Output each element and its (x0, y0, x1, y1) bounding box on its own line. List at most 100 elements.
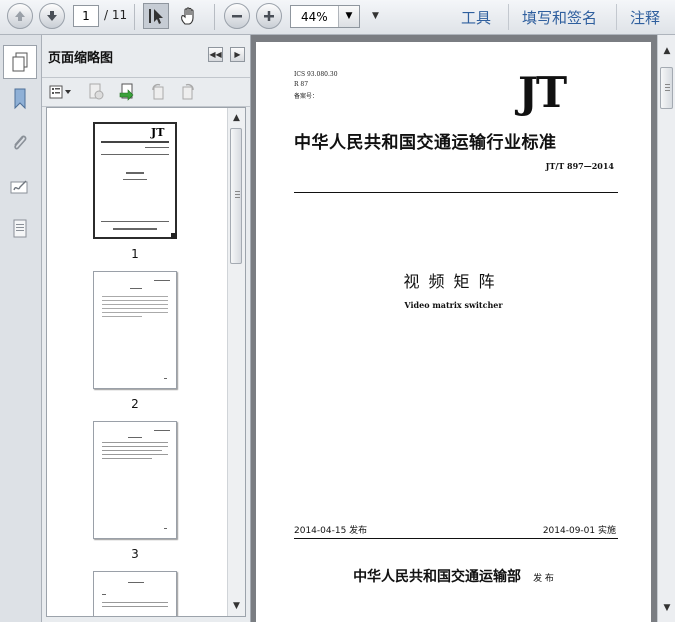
panel-options-button[interactable]: ▶ (230, 47, 245, 62)
scroll-up-icon[interactable]: ▲ (658, 43, 675, 59)
down-arrow-icon (47, 11, 57, 21)
document-subtitle: Video matrix switcher (404, 300, 503, 310)
more-tools-icon[interactable]: ▼ (372, 11, 379, 21)
grip-line (665, 90, 670, 91)
scroll-up-icon[interactable]: ▲ (228, 110, 245, 126)
header-rule (294, 192, 618, 193)
grip-line (235, 194, 240, 195)
zoom-out-button[interactable] (224, 3, 250, 29)
grip-line (235, 191, 240, 192)
thumb-line (102, 316, 142, 317)
issuer: 中华人民共和国交通运输部 发 布 (256, 566, 651, 586)
thumb-resize-handle[interactable] (171, 233, 177, 239)
thumb-line (101, 221, 169, 222)
document-page: ICS 93.080.30 R 87 备案号： JT 中华人民共和国交通运输行业… (256, 42, 651, 622)
scrollbar-thumb[interactable] (660, 67, 673, 109)
panel-header: 页面缩略图 ◀◀ ▶ (42, 35, 250, 75)
thumb-line (164, 528, 167, 529)
collapse-panel-button[interactable]: ◀◀ (208, 47, 223, 62)
thumb-line (101, 154, 169, 155)
thumb-line (102, 308, 168, 309)
jt-logo: JT (518, 68, 567, 117)
toolbar: 1 / 11 44% ▼ ▼ 工具 填写和签名 注释 (0, 0, 675, 35)
thumb-logo: JT (151, 126, 165, 139)
delete-page-icon (89, 83, 104, 100)
publish-date: 2014-04-15 发布 (294, 526, 368, 536)
rotate-ccw-button[interactable] (148, 82, 168, 102)
thumbnail-options-menu[interactable] (48, 82, 74, 102)
thumb-line (102, 454, 168, 455)
scroll-down-icon[interactable]: ▼ (658, 600, 675, 616)
page-number-input[interactable]: 1 (73, 5, 99, 27)
up-arrow-icon (15, 11, 25, 21)
issuer-suffix: 发 布 (533, 574, 554, 584)
bookmarks-tab[interactable] (7, 85, 33, 113)
thumb-line (164, 378, 167, 379)
document-scrollbar[interactable]: ▲ ▼ (657, 35, 675, 622)
page-total-label: / 11 (104, 8, 128, 22)
select-tool-button[interactable] (143, 3, 169, 29)
layers-tab[interactable] (7, 215, 33, 243)
signature-icon (10, 180, 28, 194)
pages-icon (12, 52, 28, 72)
insert-page-icon (119, 83, 134, 101)
thumbnail-label: 3 (131, 547, 139, 561)
prev-page-button[interactable] (7, 3, 33, 29)
hand-icon (181, 7, 194, 25)
list-options-icon (49, 85, 71, 99)
thumb-line (102, 300, 168, 301)
toolbar-divider (616, 4, 617, 30)
grip-line (235, 197, 240, 198)
record-number: 备案号： (294, 93, 319, 100)
standard-title: 中华人民共和国交通运输行业标准 (294, 133, 557, 153)
thumbnail-panel: 页面缩略图 ◀◀ ▶ JT 1 2 3 ▲ ▼ (42, 35, 251, 622)
comment-link[interactable]: 注释 (630, 7, 660, 28)
document-view: ICS 93.080.30 R 87 备案号： JT 中华人民共和国交通运输行业… (251, 35, 657, 622)
implement-date: 2014-09-01 实施 (542, 526, 616, 536)
rotate-cw-button[interactable] (178, 82, 198, 102)
bookmark-icon (14, 88, 26, 110)
thumb-line (126, 172, 144, 174)
issuer-name: 中华人民共和国交通运输部 (353, 569, 522, 585)
r-code: R 87 (294, 81, 309, 88)
thumbnail-page-3[interactable] (93, 421, 177, 539)
zoom-level-select[interactable]: 44% ▼ (290, 5, 360, 28)
thumb-line (102, 594, 106, 595)
document-title: 视频矩阵 (403, 272, 504, 291)
chevron-down-icon[interactable]: ▼ (338, 6, 359, 27)
signatures-tab[interactable] (7, 173, 33, 201)
thumb-line (130, 288, 142, 289)
thumbnail-page-1[interactable]: JT (93, 122, 177, 239)
rotate-right-icon (182, 83, 194, 100)
scroll-down-icon[interactable]: ▼ (228, 598, 245, 614)
panel-title: 页面缩略图 (48, 51, 114, 66)
tools-link[interactable]: 工具 (461, 7, 491, 28)
thumb-line (102, 312, 168, 313)
toolbar-divider (134, 4, 135, 30)
thumb-line (102, 296, 168, 297)
delete-page-button[interactable] (86, 82, 106, 102)
fill-sign-link[interactable]: 填写和签名 (522, 7, 597, 28)
thumbnail-page-4[interactable] (93, 571, 177, 616)
thumb-line (102, 446, 168, 447)
thumbnail-label: 2 (131, 397, 139, 411)
zoom-level-value: 44% (301, 10, 328, 24)
thumb-line (102, 458, 152, 459)
thumbnail-label: 1 (131, 247, 139, 261)
standard-code: JT/T 897—2014 (545, 161, 614, 171)
zoom-in-button[interactable] (256, 3, 282, 29)
thumb-line (128, 582, 144, 583)
thumbnail-scrollbar[interactable]: ▲ ▼ (227, 108, 245, 616)
insert-page-button[interactable] (118, 82, 138, 102)
next-page-button[interactable] (39, 3, 65, 29)
hand-tool-button[interactable] (176, 3, 202, 29)
page-thumbnails-tab[interactable] (3, 45, 37, 79)
toolbar-divider (214, 4, 215, 30)
grip-line (665, 87, 670, 88)
attachments-tab[interactable] (7, 129, 33, 157)
toolbar-divider (508, 4, 509, 30)
thumb-line (102, 442, 168, 443)
scrollbar-thumb[interactable] (230, 128, 242, 264)
thumb-line (154, 280, 170, 281)
thumbnail-page-2[interactable] (93, 271, 177, 389)
